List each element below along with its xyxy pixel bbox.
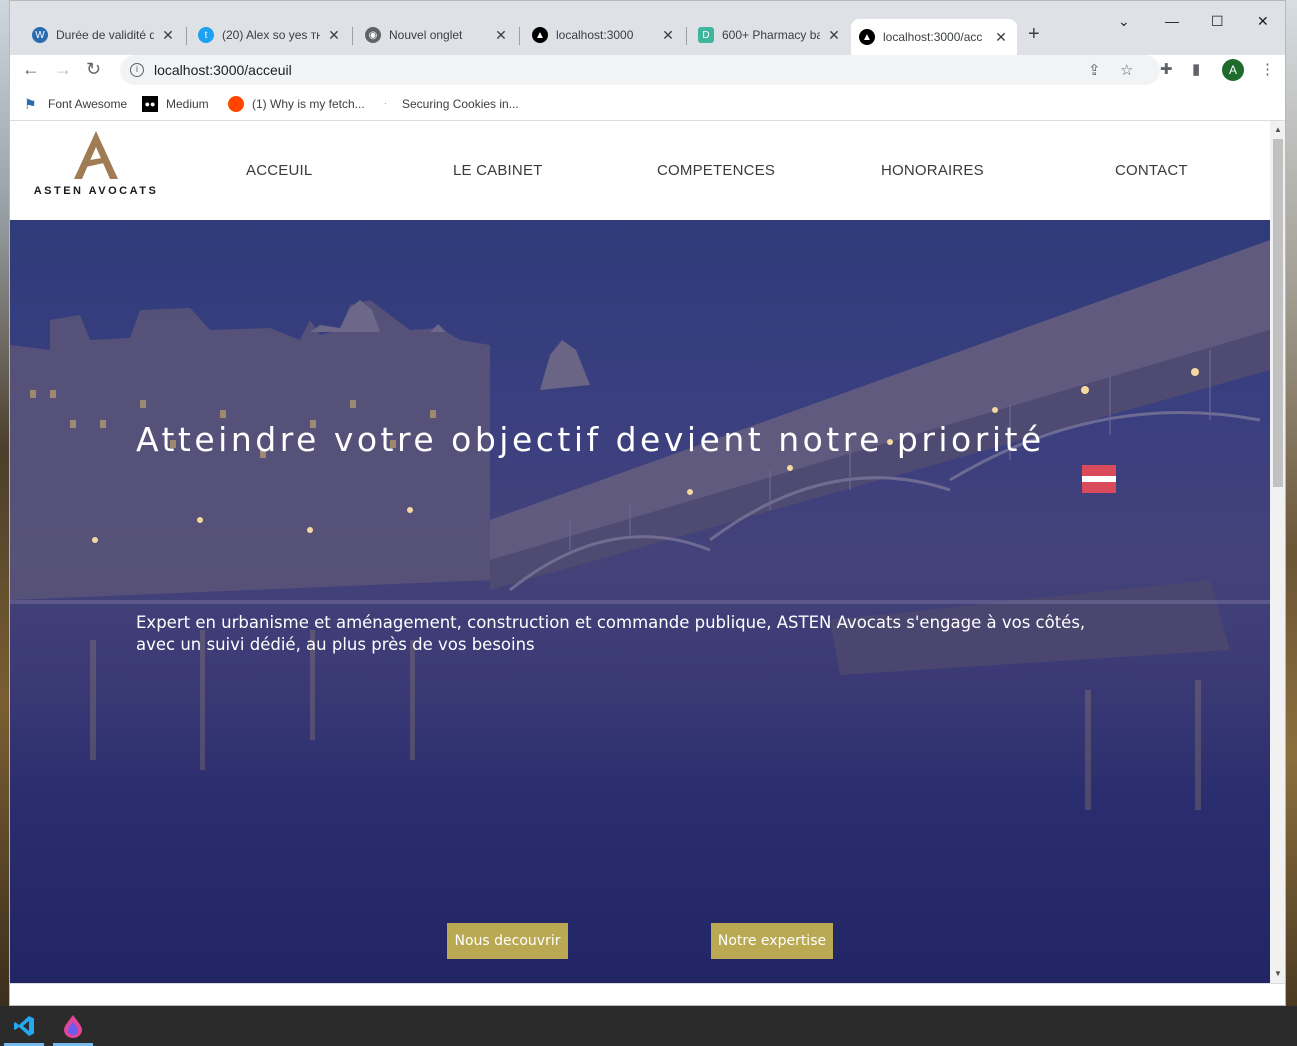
tab-2[interactable]: ◉ Nouvel onglet ✕ — [357, 19, 517, 51]
nav-contact[interactable]: CONTACT — [1115, 162, 1188, 179]
close-icon[interactable]: ✕ — [660, 27, 676, 44]
nextjs-icon: ▲ — [859, 29, 875, 45]
forward-icon[interactable]: → — [54, 59, 72, 80]
twitter-icon: t — [198, 27, 214, 43]
expertise-button[interactable]: Notre expertise — [711, 923, 833, 959]
flag-icon: ⚑ — [24, 96, 37, 112]
dribbble-d-icon: D — [698, 27, 714, 43]
info-icon[interactable]: i — [130, 63, 144, 77]
os-taskbar — [0, 1006, 1297, 1046]
logo-a-icon — [74, 131, 118, 179]
nav-honoraires[interactable]: HONORAIRES — [881, 162, 984, 179]
close-icon[interactable]: ✕ — [993, 29, 1009, 46]
browser-window: W Durée de validité d ✕ t (20) Alex so y… — [9, 0, 1286, 1006]
medium-icon: ●● — [142, 96, 158, 112]
hero-subtitle: Expert en urbanisme et aménagement, cons… — [136, 613, 1086, 654]
share-icon[interactable]: ⇪ — [1088, 61, 1101, 79]
reddit-icon — [228, 96, 244, 112]
vscode-icon — [14, 1016, 34, 1036]
address-bar[interactable]: i localhost:3000/acceuil — [120, 55, 1160, 85]
bookmark-reddit[interactable]: (1) Why is my fetch... — [228, 96, 365, 112]
tab-5-active[interactable]: ▲ localhost:3000/acc ✕ — [851, 19, 1017, 55]
nav-competences[interactable]: COMPETENCES — [657, 162, 775, 179]
page-viewport: ASTEN AVOCATS ACCEUIL LE CABINET COMPETE… — [10, 121, 1270, 983]
url-text[interactable]: localhost:3000/acceuil — [154, 62, 292, 78]
bookmark-securing-cookies[interactable]: · Securing Cookies in... — [384, 96, 519, 112]
download-bar — [10, 983, 1285, 1005]
tab-1[interactable]: t (20) Alex so yes ᴛʜ ✕ — [190, 19, 350, 51]
sidepanel-icon[interactable]: ▮ — [1192, 60, 1200, 78]
star-icon[interactable]: ☆ — [1120, 61, 1133, 79]
page-scrollbar[interactable]: ▲ ▼ — [1270, 121, 1285, 983]
minimize-button[interactable]: — — [1165, 13, 1179, 29]
new-tab-button[interactable]: + — [1028, 23, 1040, 46]
chrome-icon: ◉ — [365, 27, 381, 43]
hero-title: Atteindre votre objectif devient notre p… — [136, 420, 1045, 459]
close-icon[interactable]: ✕ — [326, 27, 342, 44]
nextjs-icon: ▲ — [532, 27, 548, 43]
chevron-down-icon[interactable]: ⌄ — [1118, 13, 1130, 30]
tab-3[interactable]: ▲ localhost:3000 ✕ — [524, 19, 684, 51]
bookmark-font-awesome[interactable]: ⚑ Font Awesome — [24, 96, 127, 112]
taskbar-vscode[interactable] — [4, 1006, 44, 1046]
maximize-button[interactable]: ☐ — [1211, 13, 1224, 30]
desktop-wallpaper-right — [1286, 0, 1297, 1006]
scroll-down-icon[interactable]: ▼ — [1274, 969, 1282, 978]
scroll-up-icon[interactable]: ▲ — [1274, 125, 1282, 134]
hero-background-image — [10, 240, 1270, 810]
tab-strip: W Durée de validité d ✕ t (20) Alex so y… — [10, 1, 1285, 55]
tab-4[interactable]: D 600+ Pharmacy ba ✕ — [690, 19, 850, 51]
hero-section: Atteindre votre objectif devient notre p… — [10, 220, 1270, 983]
extensions-icon[interactable]: ✚ — [1160, 60, 1173, 78]
dot-icon: · — [384, 99, 387, 108]
nav-le-cabinet[interactable]: LE CABINET — [453, 162, 543, 179]
browser-toolbar: ← → ↻ i localhost:3000/acceuil ⇪ ☆ ✚ ▮ A… — [10, 55, 1285, 87]
site-logo[interactable]: ASTEN AVOCATS — [28, 131, 164, 197]
scrollbar-thumb[interactable] — [1273, 139, 1283, 487]
tab-0[interactable]: W Durée de validité d ✕ — [24, 19, 184, 51]
close-window-button[interactable]: ✕ — [1257, 13, 1269, 30]
taskbar-paint-app[interactable] — [53, 1006, 93, 1046]
bookmarks-bar: ⚑ Font Awesome ●● Medium (1) Why is my f… — [10, 87, 1285, 121]
bookmark-medium[interactable]: ●● Medium — [142, 96, 209, 112]
reload-icon[interactable]: ↻ — [86, 59, 101, 80]
site-header: ASTEN AVOCATS ACCEUIL LE CABINET COMPETE… — [10, 121, 1270, 220]
discover-button[interactable]: Nous decouvrir — [447, 923, 568, 959]
brand-name: ASTEN AVOCATS — [33, 185, 159, 197]
wordpress-icon: W — [32, 27, 48, 43]
paint-drop-icon — [64, 1015, 82, 1038]
close-icon[interactable]: ✕ — [160, 27, 176, 44]
back-icon[interactable]: ← — [22, 59, 40, 80]
close-icon[interactable]: ✕ — [826, 27, 842, 44]
menu-icon[interactable]: ⋮ — [1260, 60, 1275, 78]
desktop-wallpaper-left — [0, 0, 9, 1006]
nav-acceuil[interactable]: ACCEUIL — [246, 162, 312, 179]
avatar[interactable]: A — [1222, 59, 1244, 81]
close-icon[interactable]: ✕ — [493, 27, 509, 44]
